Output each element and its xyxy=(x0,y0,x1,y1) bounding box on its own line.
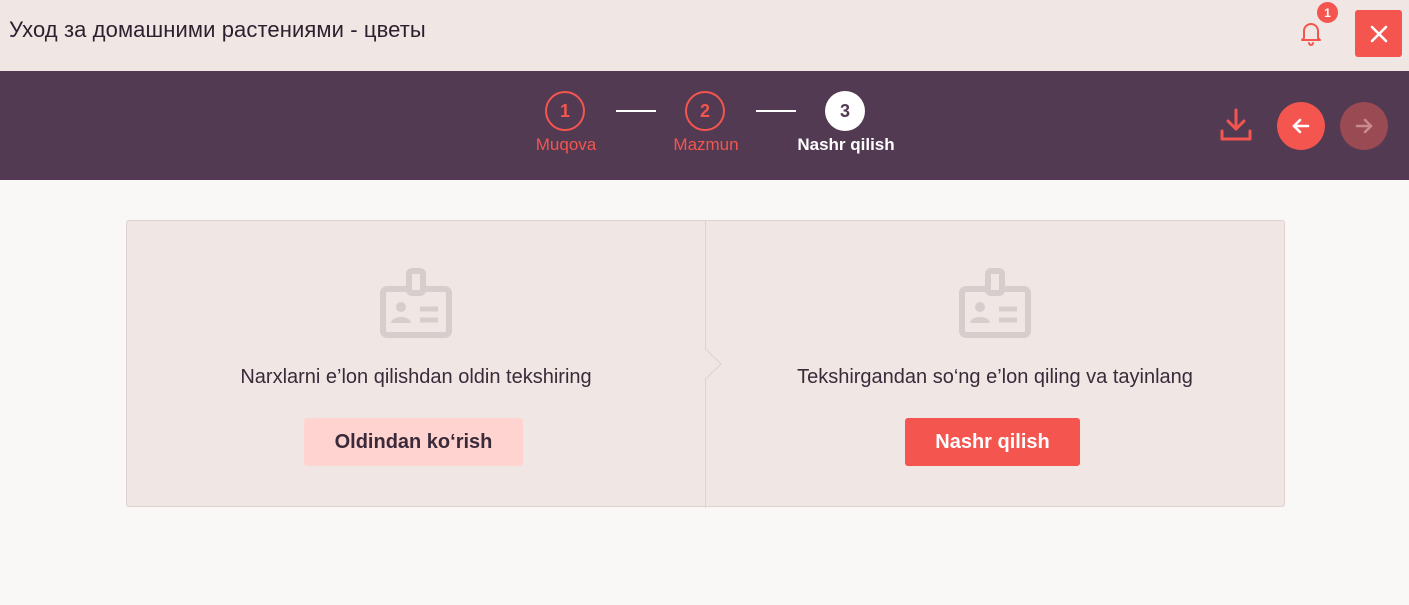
arrow-left-icon xyxy=(1292,118,1310,134)
publish-options-card: Narxlarni e’lon qilishdan oldin tekshiri… xyxy=(126,220,1285,508)
notification-badge: 1 xyxy=(1315,0,1340,25)
close-button[interactable] xyxy=(1355,10,1402,57)
arrow-right-icon xyxy=(1355,118,1373,134)
step-connector xyxy=(616,110,656,112)
panel-divider xyxy=(705,221,722,508)
step-1-number: 1 xyxy=(545,91,585,131)
step-1-label: Muqova xyxy=(535,135,597,154)
forward-button xyxy=(1340,102,1388,150)
step-2-label: Mazmun xyxy=(673,135,739,154)
id-badge-icon xyxy=(959,268,1031,338)
back-button[interactable] xyxy=(1277,102,1325,150)
close-icon xyxy=(1370,25,1387,42)
id-badge-icon xyxy=(380,268,452,338)
publish-description: Tekshirgandan so‘ng e’lon qiling va tayi… xyxy=(797,366,1193,388)
step-connector xyxy=(756,110,796,112)
step-3-label: Nashr qilish xyxy=(797,135,895,154)
top-bar: Уход за домашними растениями - цветы 1 xyxy=(0,0,1409,71)
preview-button[interactable]: Oldindan ko‘rish xyxy=(304,418,523,466)
download-icon[interactable] xyxy=(1218,107,1254,143)
page-title: Уход за домашними растениями - цветы xyxy=(9,17,426,42)
publish-button[interactable]: Nashr qilish xyxy=(905,418,1080,466)
step-3-number: 3 xyxy=(825,91,865,131)
preview-description: Narxlarni e’lon qilishdan oldin tekshiri… xyxy=(240,366,592,388)
step-2-number: 2 xyxy=(685,91,725,131)
